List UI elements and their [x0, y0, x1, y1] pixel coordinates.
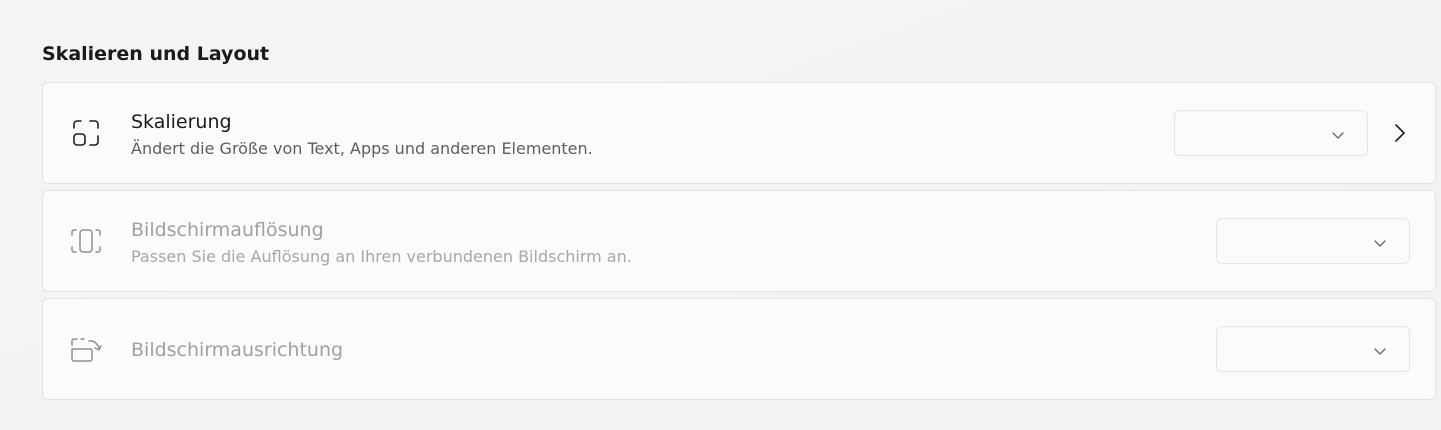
orientation-icon — [70, 333, 102, 365]
scaling-description: Ändert die Größe von Text, Apps und ande… — [131, 139, 593, 158]
chevron-down-icon — [1373, 235, 1387, 249]
orientation-title: Bildschirmausrichtung — [131, 339, 344, 361]
resolution-description: Passen Sie die Auflösung an Ihren verbun… — [131, 247, 632, 266]
resolution-icon — [70, 225, 102, 257]
resolution-dropdown[interactable] — [1216, 218, 1410, 264]
scaling-card[interactable]: Skalierung Ändert die Größe von Text, Ap… — [42, 82, 1436, 184]
resolution-title: Bildschirmauflösung — [131, 219, 324, 241]
chevron-right-icon[interactable] — [1392, 123, 1408, 143]
chevron-down-icon — [1373, 343, 1387, 357]
section-title: Skalieren und Layout — [42, 43, 270, 65]
orientation-card: Bildschirmausrichtung — [42, 298, 1436, 400]
scaling-dropdown[interactable] — [1174, 110, 1368, 156]
orientation-dropdown[interactable] — [1216, 326, 1410, 372]
scaling-title: Skalierung — [131, 111, 232, 133]
scale-icon — [70, 117, 102, 149]
resolution-card: Bildschirmauflösung Passen Sie die Auflö… — [42, 190, 1436, 292]
chevron-down-icon — [1331, 127, 1345, 141]
